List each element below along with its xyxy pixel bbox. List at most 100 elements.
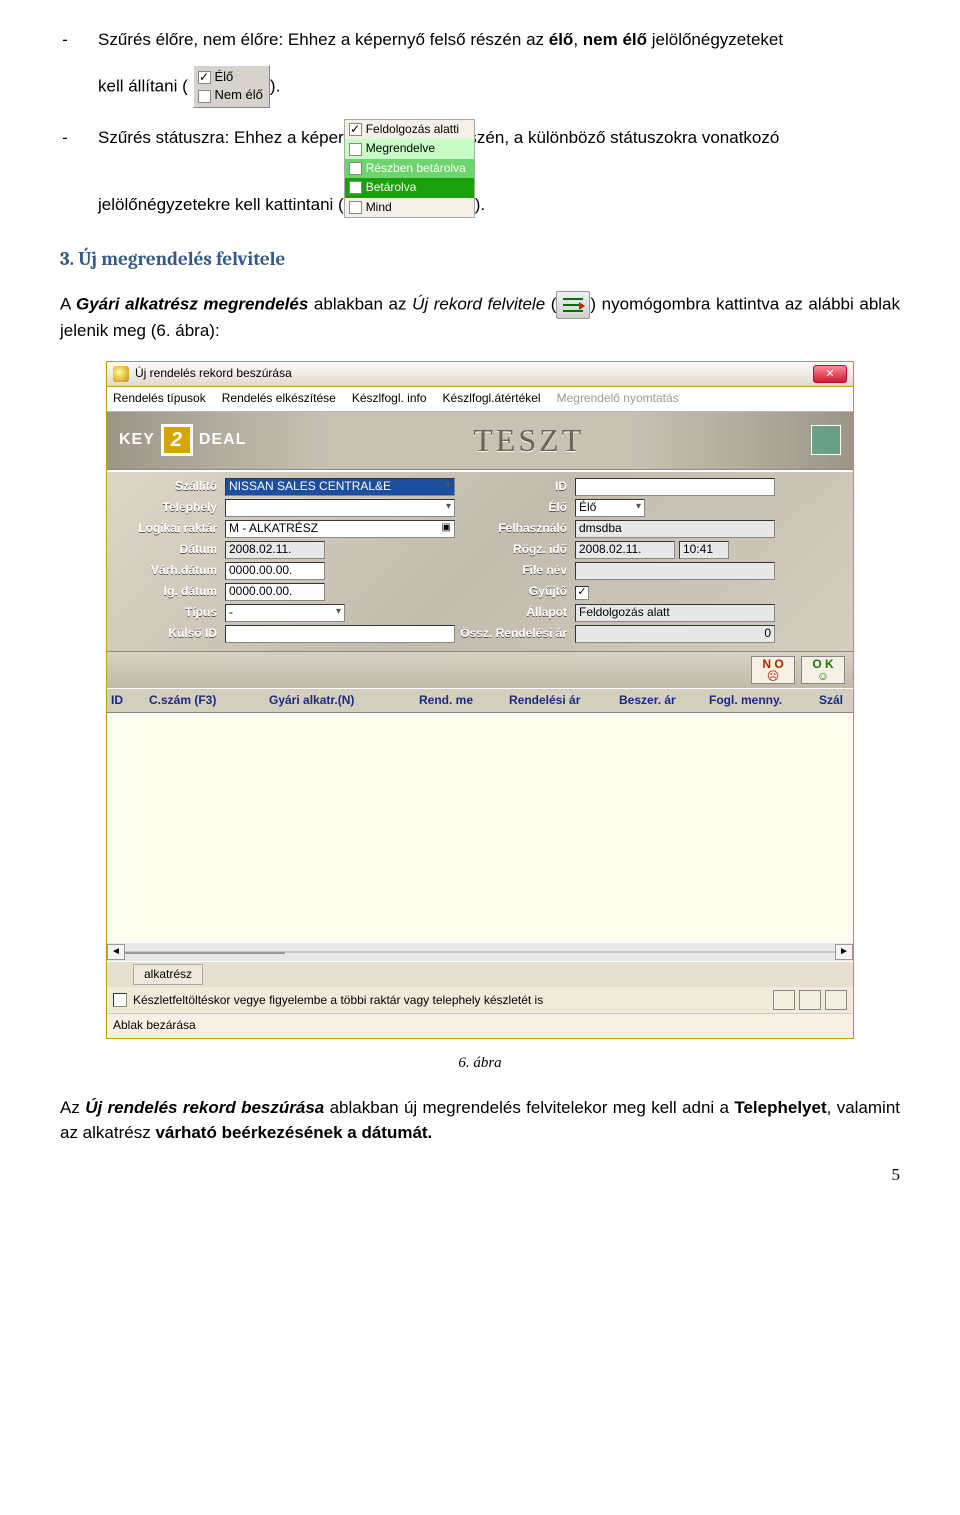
- bullet-1-line1: - Szűrés élőre, nem élőre: Ehhez a képer…: [60, 28, 900, 53]
- bullet-1-line2: kell állítani ( Élő Nem élő ).: [60, 65, 900, 109]
- checkbox-nem-elo[interactable]: [198, 90, 211, 103]
- field-kulso[interactable]: [225, 625, 455, 643]
- lbl-filenev: File név: [455, 562, 575, 579]
- checkbox-status[interactable]: [349, 123, 362, 136]
- dialog-menubar: Rendelés típusok Rendelés elkészítése Ké…: [107, 387, 853, 411]
- col[interactable]: ID: [107, 689, 145, 712]
- lbl-kulso: Külső ID: [115, 625, 225, 642]
- b: Telephelyet: [734, 1098, 826, 1117]
- bullet-1-line2-body: kell állítani ( Élő Nem élő ).: [98, 65, 900, 109]
- t: DEAL: [199, 428, 247, 451]
- lbl-allapot: Állapot: [455, 604, 575, 621]
- col[interactable]: Fogl. menny.: [705, 689, 815, 712]
- field-varh[interactable]: 0000.00.00.: [225, 562, 325, 580]
- no-button[interactable]: N O☹: [751, 656, 795, 684]
- lbl: Nem élő: [215, 87, 263, 102]
- ok-button[interactable]: O K☺: [801, 656, 845, 684]
- col[interactable]: Rendelési ár: [505, 689, 615, 712]
- checkbox-status[interactable]: [349, 201, 362, 214]
- brand-left: KEY 2 DEAL: [119, 424, 246, 456]
- t: KEY: [119, 428, 155, 451]
- dash: -: [60, 28, 70, 53]
- footer-icon-2[interactable]: [799, 990, 821, 1010]
- t: kell állítani (: [98, 76, 188, 95]
- footer-close-link[interactable]: Ablak bezárása: [107, 1013, 853, 1037]
- footer-options: Készletfeltöltéskor vegye figyelembe a t…: [107, 987, 853, 1013]
- lbl-elo: Élő: [455, 499, 575, 516]
- val: 2008.02.11.: [579, 541, 642, 558]
- dialog-brand-strip: KEY 2 DEAL TESZT: [107, 412, 853, 470]
- col[interactable]: C.szám (F3): [145, 689, 265, 712]
- field-elo[interactable]: Élő: [575, 499, 645, 517]
- new-record-icon[interactable]: [556, 291, 590, 319]
- scroll-right-icon[interactable]: ►: [835, 944, 853, 960]
- i: Új rekord felvitele: [412, 295, 545, 314]
- lbl-telephely: Telephely: [115, 499, 225, 516]
- field-filenev: [575, 562, 775, 580]
- menu-item[interactable]: Készlfogl.átértékel: [443, 390, 541, 407]
- field-igdat[interactable]: 0000.00.00.: [225, 583, 325, 601]
- val: NISSAN SALES CENTRAL&E: [229, 478, 391, 495]
- checkbox-elo[interactable]: [198, 71, 211, 84]
- new-order-dialog: Új rendelés rekord beszúrása ✕ Rendelés …: [106, 361, 854, 1039]
- col[interactable]: Szál: [815, 689, 855, 712]
- scroll-thumb[interactable]: [125, 952, 285, 954]
- footer-icon-1[interactable]: [773, 990, 795, 1010]
- field-szallito[interactable]: NISSAN SALES CENTRAL&E: [225, 478, 455, 496]
- close-button[interactable]: ✕: [813, 365, 847, 383]
- status-filter-widget[interactable]: Feldolgozás alatti Megrendelve Részben b…: [344, 119, 475, 218]
- checkbox-stock-consider[interactable]: [113, 993, 127, 1007]
- t: A: [60, 295, 76, 314]
- menu-item: Megrendelő nyomtatás: [557, 390, 679, 407]
- t: ).: [475, 193, 485, 218]
- lbl-id: ID: [455, 478, 575, 495]
- dialog-icon: [113, 366, 129, 382]
- t: ablakban új megrendelés felvitelekor meg…: [324, 1098, 734, 1117]
- val: -: [229, 604, 233, 621]
- t: Az: [60, 1098, 85, 1117]
- checkbox-status[interactable]: [349, 143, 362, 156]
- lbl: Élő: [215, 69, 234, 84]
- lbl: O K: [812, 658, 833, 670]
- bold: élő: [549, 30, 574, 49]
- menu-item[interactable]: Készlfogl. info: [352, 390, 427, 407]
- menu-item[interactable]: Rendelés típusok: [113, 390, 206, 407]
- checkbox-status[interactable]: [349, 162, 362, 175]
- menu-item[interactable]: Rendelés elkészítése: [222, 390, 336, 407]
- field-lograktar[interactable]: M - ALKATRÉSZ▣: [225, 520, 455, 538]
- horizontal-scrollbar[interactable]: ◄ ►: [107, 943, 853, 961]
- lbl: Ablak bezárása: [113, 1018, 196, 1032]
- col[interactable]: Beszer. ár: [615, 689, 705, 712]
- form-area: Szállító NISSAN SALES CENTRAL&E ID Telep…: [107, 470, 853, 652]
- field-tipus[interactable]: -: [225, 604, 345, 622]
- t: (: [545, 295, 556, 314]
- dialog-title: Új rendelés rekord beszúrása: [135, 365, 292, 382]
- footer-tabs: alkatrész: [107, 961, 853, 987]
- scroll-left-icon[interactable]: ◄: [107, 944, 125, 960]
- col[interactable]: Rend. me: [415, 689, 505, 712]
- bullet-2-text: Szűrés státuszra: Ehhez a képernyő jobb …: [98, 126, 900, 151]
- page-number: 5: [60, 1163, 900, 1188]
- table-body-empty: [107, 713, 853, 943]
- field-telephely[interactable]: [225, 499, 455, 517]
- field-datum: 2008.02.11.: [225, 541, 325, 559]
- brand-number-icon: 2: [161, 424, 193, 456]
- footer-tab-alkatresz[interactable]: alkatrész: [133, 964, 203, 985]
- footer-icon-3[interactable]: [825, 990, 847, 1010]
- lbl: N O: [762, 658, 783, 670]
- lbl-felh: Felhasználó: [455, 520, 575, 537]
- field-felh: dmsdba: [575, 520, 775, 538]
- checkbox-status[interactable]: [349, 181, 362, 194]
- col[interactable]: Gyári alkatr.(N): [265, 689, 415, 712]
- t: ablakban az: [308, 295, 412, 314]
- field-allapot: Feldolgozás alatt: [575, 604, 775, 622]
- elo-filter-widget[interactable]: Élő Nem élő: [193, 65, 270, 109]
- lbl-gyujto: Gyűjtő: [455, 583, 575, 600]
- opt: Feldolgozás alatti: [366, 121, 459, 138]
- field-id[interactable]: [575, 478, 775, 496]
- field-ossz: 0: [575, 625, 775, 643]
- val: dmsdba: [579, 520, 622, 537]
- bold: nem élő: [583, 30, 647, 49]
- edit-icon[interactable]: [811, 425, 841, 455]
- checkbox-gyujto[interactable]: [575, 586, 589, 600]
